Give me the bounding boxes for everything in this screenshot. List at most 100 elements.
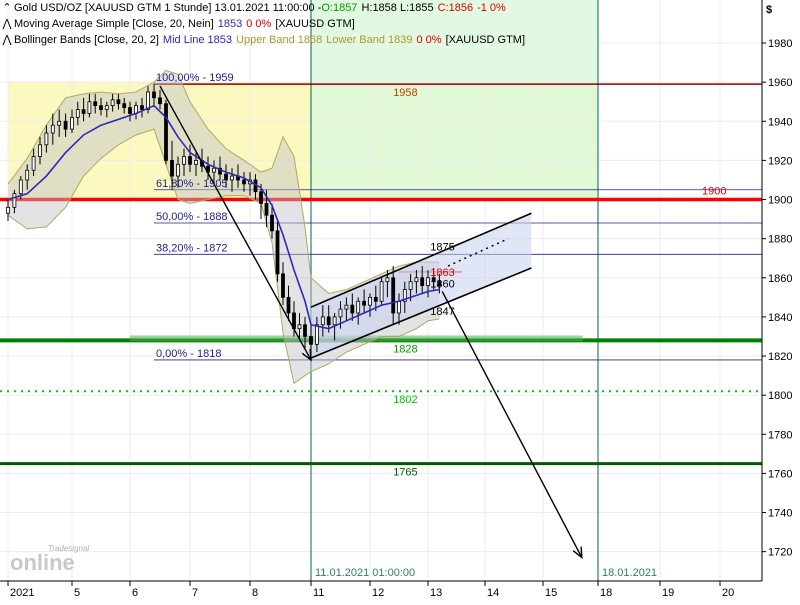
legend-change: -1 0%: [477, 2, 506, 14]
candle-body: [420, 277, 425, 287]
candle-body: [286, 296, 291, 314]
candle-body: [158, 97, 162, 105]
candle-body: [93, 101, 98, 107]
candle-body: [194, 160, 198, 165]
vertical-marker-label: 18.01.2021: [602, 567, 657, 579]
y-tick-label: 1840: [768, 312, 792, 324]
candle-body: [212, 167, 216, 173]
candle-body: [426, 277, 430, 287]
legend-bb-lower: Lower Band 1839: [326, 34, 413, 46]
collapse-icon[interactable]: ⌃: [0, 0, 14, 16]
level-label: 1900: [702, 186, 726, 198]
candle-body: [140, 105, 144, 110]
candle-body: [99, 105, 103, 110]
trend-arrow: [441, 291, 583, 558]
candle-body: [230, 175, 234, 181]
candle-body: [104, 105, 109, 110]
x-tick-label: 12: [372, 587, 384, 599]
candle-body: [242, 179, 246, 185]
level-label: 1765: [393, 467, 417, 479]
candle-body: [350, 304, 355, 314]
y-tick-label: 1980: [768, 38, 792, 50]
level-label: 1828: [393, 343, 417, 355]
y-tick-label: 1960: [768, 77, 792, 89]
indicator-icon[interactable]: ⋀: [0, 32, 14, 48]
candle-body: [87, 101, 92, 114]
x-tick-label: 15: [545, 587, 557, 599]
legend-open: O:1857: [321, 2, 358, 14]
annotation-label: 1875: [430, 241, 454, 253]
x-tick-label: 14: [487, 587, 499, 599]
candle-body: [12, 193, 17, 208]
candle-body: [75, 109, 80, 118]
y-tick-label: 1820: [768, 351, 792, 363]
legend-row-price: ⌃ Gold USD/OZ [XAUUSD GTM 1 Stunde] 13.0…: [0, 0, 525, 16]
candle-body: [116, 99, 121, 105]
x-tick-label: 11: [313, 587, 324, 599]
level-label: 1958: [393, 87, 417, 99]
x-tick-label: 13: [430, 587, 442, 599]
x-tick-label: 2021: [10, 587, 34, 599]
candle-body: [270, 214, 274, 232]
candle-body: [391, 277, 396, 314]
y-tick-label: 1760: [768, 468, 792, 480]
candle-body: [362, 300, 367, 306]
x-tick-label: 20: [722, 587, 734, 599]
candle-body: [146, 91, 150, 110]
legend-row-sma: ⋀ Moving Average Simple [Close, 20, Nein…: [0, 16, 525, 32]
y-tick-label: 1800: [768, 390, 792, 402]
indicator-icon[interactable]: ⋀: [0, 16, 14, 32]
candle-body: [170, 160, 174, 177]
legend-sma-label: Moving Average Simple [Close, 20, Nein]: [14, 18, 214, 30]
candle-body: [70, 116, 74, 130]
candle-body: [397, 300, 401, 314]
candle-body: [18, 179, 23, 195]
annotation-label: 1860: [430, 279, 454, 291]
candle-body: [264, 203, 269, 216]
candle-body: [128, 107, 132, 114]
y-tick-label: 1920: [768, 155, 792, 167]
candle-body: [182, 156, 186, 165]
chart-svg: 11.01.2021 01:00:00 18.01.2021 100,00% - 1…: [0, 0, 800, 600]
candle-body: [356, 300, 361, 314]
candle-body: [414, 277, 419, 283]
candle-body: [338, 308, 343, 318]
candle-body: [38, 144, 42, 157]
candle-body: [303, 324, 307, 337]
candle-body: [81, 109, 86, 114]
candle-body: [297, 324, 302, 330]
chart-legend: ⌃ Gold USD/OZ [XAUUSD GTM 1 Stunde] 13.0…: [0, 0, 525, 48]
x-tick-label: 6: [132, 587, 138, 599]
annotation-label: 1847: [430, 306, 454, 318]
x-tick-label: 19: [662, 587, 674, 599]
candle-body: [63, 120, 68, 130]
currency-symbol: $: [766, 4, 772, 16]
y-tick-label: 1940: [768, 116, 792, 128]
x-axis-bg: [0, 581, 800, 600]
candle-body: [373, 296, 378, 302]
candle-body: [344, 304, 349, 310]
fibonacci-label: 61,80% - 1905: [156, 178, 228, 190]
candle-body: [385, 277, 390, 283]
legend-sma-symbol: [XAUUSD GTM]: [275, 18, 355, 30]
candle-body: [379, 281, 384, 302]
candle-body: [326, 316, 331, 326]
candle-body: [332, 316, 337, 326]
y-tick-label: 1720: [768, 547, 792, 559]
candle-body: [408, 281, 413, 290]
candle-body: [176, 163, 180, 177]
legend-high-low: H:1858 L:1855: [361, 2, 434, 14]
candle-body: [188, 156, 192, 165]
candle-body: [122, 103, 127, 108]
y-tick-label: 1900: [768, 195, 792, 207]
candle-body: [309, 336, 313, 345]
chart-root: 11.01.2021 01:00:00 18.01.2021 100,00% - 1…: [0, 0, 800, 600]
y-tick-label: 1780: [768, 429, 792, 441]
legend-bb-change: 0 0%: [416, 34, 442, 46]
candle-body: [50, 124, 55, 134]
candle-body: [57, 120, 62, 126]
x-tick-label: 8: [252, 587, 258, 599]
legend-bb-upper: Upper Band 1868: [236, 34, 323, 46]
legend-row-bb: ⋀ Bollinger Bands [Close, 20, 2] Mid Lin…: [0, 32, 525, 48]
level-label: 1802: [393, 394, 417, 406]
